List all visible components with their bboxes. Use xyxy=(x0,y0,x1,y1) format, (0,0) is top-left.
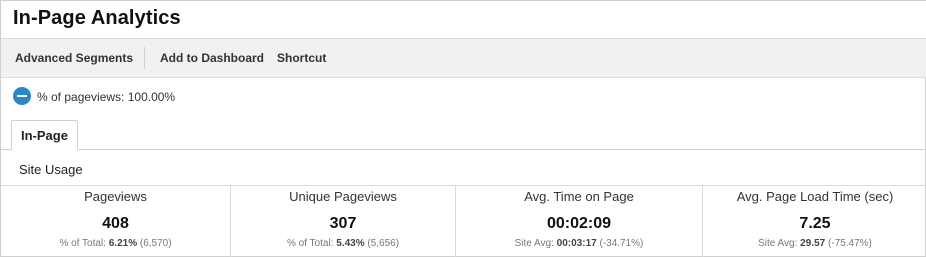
title-bar: In-Page Analytics xyxy=(1,1,926,39)
metric-value: 00:02:09 xyxy=(546,215,612,232)
metric-value: 408 xyxy=(102,215,129,232)
metric-label: Avg. Page Load Time (sec) xyxy=(736,189,894,204)
metric-value: 307 xyxy=(329,215,357,232)
tab-strip-divider xyxy=(1,149,926,150)
tab-label: In-Page xyxy=(21,128,68,143)
shortcut-button[interactable]: Shortcut xyxy=(277,51,326,65)
metric-comparison: Site Avg: 00:03:17 (-34.71%) xyxy=(514,238,644,249)
tab-in-page[interactable]: In-Page xyxy=(11,120,78,150)
analytics-panel: In-Page Analytics Advanced Segments Add … xyxy=(0,0,926,257)
section-title: Site Usage xyxy=(19,162,83,177)
metric-avg-time-on-page: Avg. Time on Page 00:02:09 Site Avg: 00:… xyxy=(456,186,703,257)
metric-comparison: % of Total: 5.43% (5,656) xyxy=(286,238,400,249)
metric-label: Avg. Time on Page xyxy=(524,189,634,204)
metric-label: Unique Pageviews xyxy=(289,189,397,204)
metric-comparison: % of Total: 6.21% (6,570) xyxy=(59,238,172,249)
metric-value: 7.25 xyxy=(799,215,831,232)
metric-avg-page-load-time: Avg. Page Load Time (sec) 7.25 Site Avg:… xyxy=(703,186,926,257)
toolbar: Advanced Segments Add to Dashboard Short… xyxy=(1,39,926,78)
pie-chart-icon xyxy=(13,87,31,105)
metric-pageviews: Pageviews 408 % of Total: 6.21% (6,570) xyxy=(1,186,231,257)
page-title: In-Page Analytics xyxy=(13,7,181,29)
advanced-segments-button[interactable]: Advanced Segments xyxy=(15,51,133,65)
metrics-row: Pageviews 408 % of Total: 6.21% (6,570) … xyxy=(1,185,926,257)
metric-label: Pageviews xyxy=(84,189,147,204)
metric-unique-pageviews: Unique Pageviews 307 % of Total: 5.43% (… xyxy=(231,186,456,257)
segment-indicator: % of pageviews: 100.00% xyxy=(1,78,926,116)
segment-percentage: % of pageviews: 100.00% xyxy=(37,90,176,104)
toolbar-divider xyxy=(144,47,145,69)
metric-comparison: Site Avg: 29.57 (-75.47%) xyxy=(758,238,872,249)
add-to-dashboard-button[interactable]: Add to Dashboard xyxy=(160,51,264,65)
